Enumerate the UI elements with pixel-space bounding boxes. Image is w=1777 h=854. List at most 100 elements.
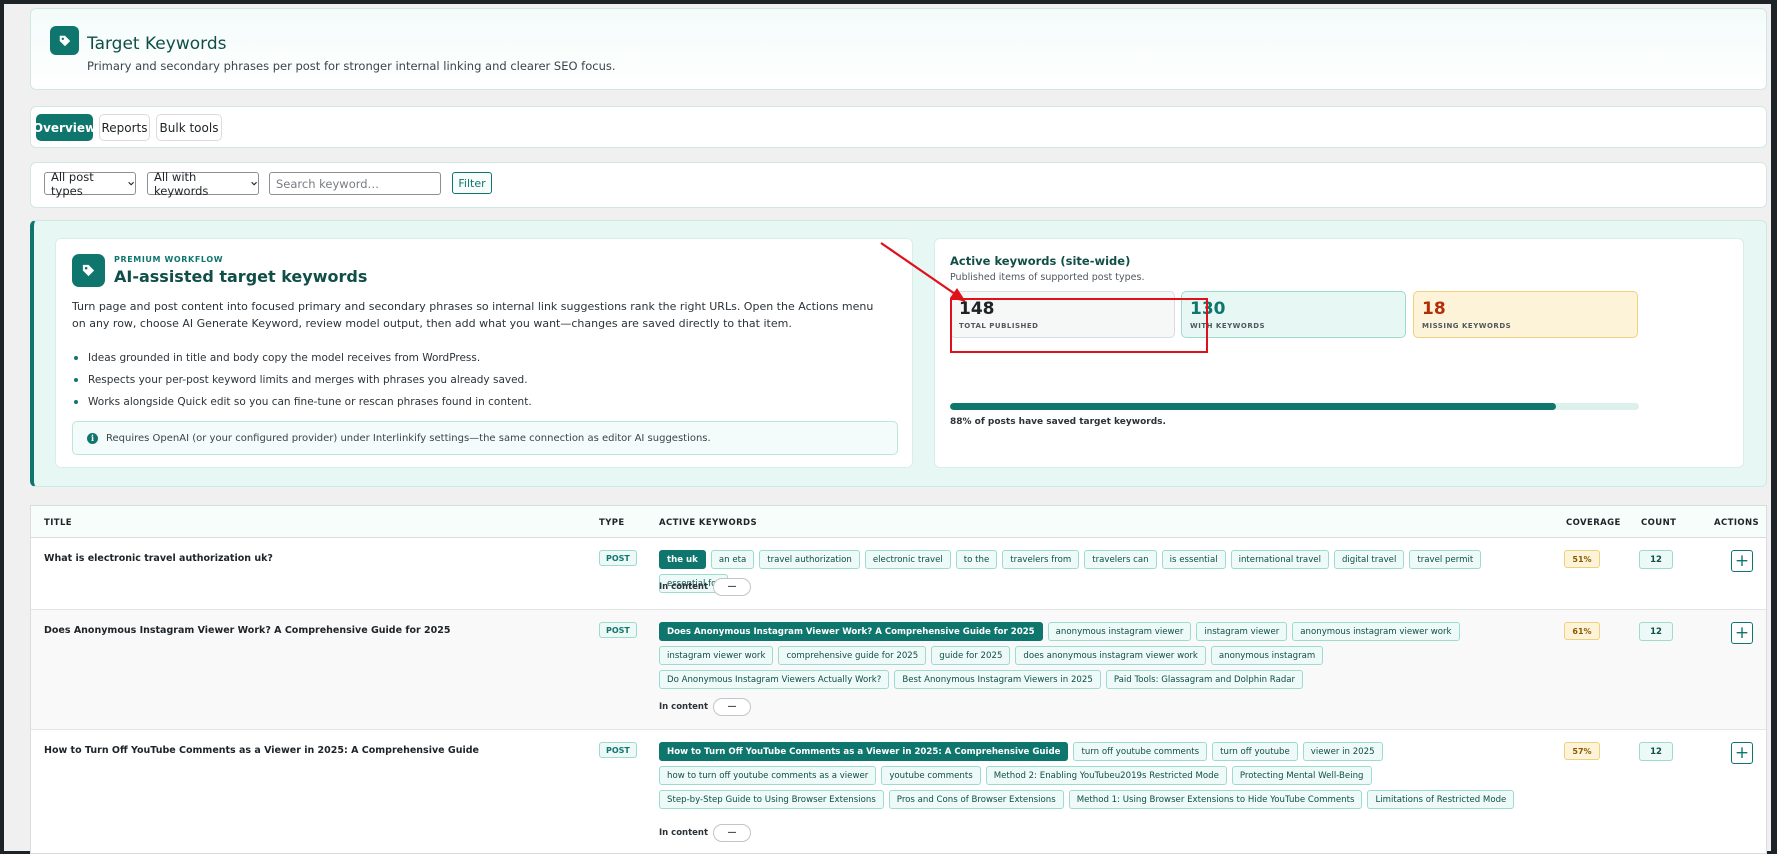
- type-badge: POST: [599, 742, 637, 758]
- in-content-label: In content: [659, 702, 709, 712]
- keyword-chip[interactable]: an eta: [710, 550, 755, 569]
- list-item: Ideas grounded in title and body copy th…: [72, 347, 532, 369]
- keyword-chip[interactable]: instagram viewer: [1196, 622, 1288, 641]
- add-keyword-button[interactable]: +: [1731, 550, 1753, 572]
- note-text: Requires OpenAI (or your configured prov…: [106, 432, 711, 444]
- page-header: Target Keywords Primary and secondary ph…: [30, 8, 1767, 90]
- keyword-chip-list: How to Turn Off YouTube Comments as a Vi…: [659, 742, 1539, 809]
- primary-keyword-chip[interactable]: the uk: [659, 550, 706, 569]
- progress-fill: [950, 403, 1557, 410]
- promo-eyebrow: PREMIUM WORKFLOW: [114, 255, 224, 264]
- keyword-chip[interactable]: Protecting Mental Well-Being: [1231, 766, 1372, 785]
- add-keyword-button[interactable]: +: [1731, 622, 1753, 644]
- keyword-chip[interactable]: youtube comments: [881, 766, 981, 785]
- stats-card: Active keywords (site-wide) Published it…: [934, 238, 1744, 468]
- chevron-down-icon: [251, 181, 257, 186]
- keyword-chip[interactable]: anonymous instagram viewer work: [1292, 622, 1460, 641]
- in-content-toggle[interactable]: —: [713, 578, 752, 596]
- table-row: What is electronic travel authorization …: [31, 538, 1766, 610]
- tab-overview[interactable]: Overview: [33, 114, 96, 141]
- stat-label: TOTAL PUBLISHED: [959, 322, 1039, 330]
- keyword-chip[interactable]: travelers from: [1002, 550, 1080, 569]
- column-count: COUNT: [1641, 518, 1677, 528]
- keyword-chip[interactable]: electronic travel: [864, 550, 951, 569]
- in-content-label: In content: [659, 582, 709, 592]
- keyword-chip[interactable]: anonymous instagram viewer: [1047, 622, 1192, 641]
- keyword-chip[interactable]: Pros and Cons of Browser Extensions: [888, 790, 1064, 809]
- in-content-toggle[interactable]: —: [713, 698, 752, 716]
- keyword-chip[interactable]: is essential: [1161, 550, 1226, 569]
- search-input[interactable]: [269, 172, 441, 195]
- stat-value: 18: [1422, 299, 1446, 319]
- tab-reports[interactable]: Reports: [99, 114, 150, 141]
- filter-bar: All post types All with keywords Filter: [30, 162, 1767, 208]
- keyword-chip[interactable]: to the: [955, 550, 998, 569]
- keyword-chip[interactable]: guide for 2025: [931, 646, 1011, 665]
- keyword-chip[interactable]: anonymous instagram: [1210, 646, 1324, 665]
- row-title[interactable]: What is electronic travel authorization …: [44, 553, 273, 564]
- keyword-chip[interactable]: international travel: [1230, 550, 1329, 569]
- keyword-chip[interactable]: does anonymous instagram viewer work: [1015, 646, 1206, 665]
- keyword-chip[interactable]: turn off youtube comments: [1073, 742, 1208, 761]
- keyword-chip[interactable]: turn off youtube: [1212, 742, 1298, 761]
- keyword-chip[interactable]: Limitations of Restricted Mode: [1367, 790, 1515, 809]
- post-type-select[interactable]: All post types: [44, 170, 136, 198]
- keyword-chip-list: Does Anonymous Instagram Viewer Work? A …: [659, 622, 1539, 689]
- keyword-chip[interactable]: viewer in 2025: [1302, 742, 1383, 761]
- hero-panel: PREMIUM WORKFLOW AI-assisted target keyw…: [30, 220, 1767, 487]
- tag-icon: [72, 254, 105, 287]
- list-item: Works alongside Quick edit so you can fi…: [72, 391, 532, 413]
- list-item: Respects your per-post keyword limits an…: [72, 369, 532, 391]
- keyword-chip[interactable]: how to turn off youtube comments as a vi…: [659, 766, 877, 785]
- coverage-badge: 51%: [1564, 550, 1600, 568]
- keyword-filter-select[interactable]: All with keywords: [147, 169, 259, 198]
- column-coverage: COVERAGE: [1566, 518, 1621, 528]
- info-icon: i: [87, 432, 98, 444]
- keyword-chip[interactable]: instagram viewer work: [659, 646, 774, 665]
- tab-bulk-tools[interactable]: Bulk tools: [156, 114, 222, 141]
- keyword-chip[interactable]: comprehensive guide for 2025: [778, 646, 927, 665]
- column-keywords: ACTIVE KEYWORDS: [659, 518, 757, 528]
- window-frame-right: [1771, 0, 1777, 854]
- keyword-chip-list: the uk an eta travel authorization electron…: [659, 550, 1539, 593]
- keyword-chip[interactable]: Method 1: Using Browser Extensions to Hi…: [1068, 790, 1363, 809]
- keywords-table: TITLE TYPE ACTIVE KEYWORDS COVERAGE COUN…: [30, 505, 1767, 854]
- keyword-chip[interactable]: Step-by-Step Guide to Using Browser Exte…: [659, 790, 884, 809]
- coverage-badge: 61%: [1564, 622, 1600, 640]
- keyword-chip[interactable]: Method 2: Enabling YouTubeu2019s Restric…: [985, 766, 1227, 785]
- keyword-chip[interactable]: Best Anonymous Instagram Viewers in 2025: [894, 670, 1101, 689]
- window-frame-top: [0, 0, 1777, 4]
- keyword-chip[interactable]: travel permit: [1409, 550, 1482, 569]
- in-content-status: In content —: [659, 578, 752, 596]
- primary-keyword-chip[interactable]: Does Anonymous Instagram Viewer Work? A …: [659, 622, 1043, 641]
- in-content-status: In content —: [659, 698, 752, 716]
- add-keyword-button[interactable]: +: [1731, 742, 1753, 764]
- page-title: Target Keywords: [87, 34, 227, 54]
- filter-button[interactable]: Filter: [452, 172, 492, 194]
- keyword-filter-value: All with keywords: [154, 169, 209, 198]
- keyword-chip[interactable]: Paid Tools: Glassagram and Dolphin Radar: [1105, 670, 1304, 689]
- type-badge: POST: [599, 622, 637, 638]
- in-content-toggle[interactable]: —: [713, 824, 752, 842]
- promo-title: AI-assisted target keywords: [114, 267, 368, 286]
- column-type: TYPE: [599, 518, 625, 528]
- column-title: TITLE: [44, 518, 72, 528]
- page-subtitle: Primary and secondary phrases per post f…: [87, 59, 616, 73]
- tag-icon: [50, 26, 79, 55]
- row-title[interactable]: Does Anonymous Instagram Viewer Work? A …: [44, 625, 450, 636]
- table-header: TITLE TYPE ACTIVE KEYWORDS COVERAGE COUN…: [31, 506, 1766, 538]
- row-title[interactable]: How to Turn Off YouTube Comments as a Vi…: [44, 745, 479, 756]
- stat-value: 130: [1190, 299, 1226, 319]
- promo-description: Turn page and post content into focused …: [72, 300, 874, 330]
- in-content-label: In content: [659, 828, 709, 838]
- stats-subtitle: Published items of supported post types.: [950, 272, 1145, 283]
- keyword-chip[interactable]: travel authorization: [759, 550, 860, 569]
- count-badge: 12: [1639, 622, 1673, 641]
- primary-keyword-chip[interactable]: How to Turn Off YouTube Comments as a Vi…: [659, 742, 1069, 761]
- keyword-chip[interactable]: Do Anonymous Instagram Viewers Actually …: [659, 670, 890, 689]
- keyword-chip[interactable]: travelers can: [1084, 550, 1157, 569]
- stats-title: Active keywords (site-wide): [950, 254, 1131, 268]
- column-actions: ACTIONS: [1714, 518, 1760, 528]
- keyword-chip[interactable]: digital travel: [1333, 550, 1405, 569]
- progress-text: 88% of posts have saved target keywords.: [950, 417, 1166, 427]
